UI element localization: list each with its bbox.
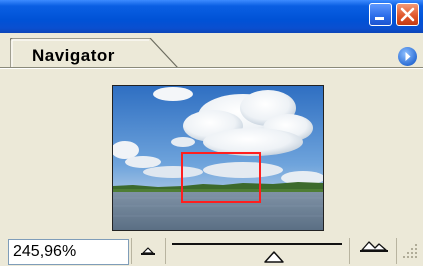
zoom-percentage-input[interactable]: 245,96% — [8, 239, 129, 265]
divider — [396, 238, 397, 264]
navigator-window: Navigator 245,96% — [0, 0, 423, 266]
minimize-button[interactable] — [369, 3, 392, 26]
close-icon — [400, 7, 415, 22]
zoom-bar: 245,96% — [0, 234, 423, 266]
preview-area — [0, 71, 423, 234]
zoom-out-mountain-icon — [141, 247, 155, 255]
zoom-out-button[interactable] — [135, 239, 161, 263]
minimize-icon — [375, 17, 384, 20]
resize-grip-icon — [403, 244, 417, 258]
zoom-in-button[interactable] — [356, 237, 392, 261]
panel-menu-button[interactable] — [398, 47, 417, 66]
image-thumbnail[interactable] — [112, 85, 324, 231]
zoom-slider-track — [172, 243, 342, 245]
panel-menu-icon — [405, 52, 411, 61]
divider — [131, 238, 132, 264]
divider — [165, 238, 166, 264]
zoom-slider[interactable] — [172, 239, 342, 265]
title-bar[interactable] — [0, 0, 423, 33]
resize-grip[interactable] — [401, 238, 421, 264]
view-proxy-box[interactable] — [181, 152, 261, 203]
tab-navigator[interactable]: Navigator — [32, 46, 115, 66]
zoom-slider-thumb[interactable] — [263, 250, 285, 264]
panel-tab-row: Navigator — [0, 33, 423, 71]
close-button[interactable] — [396, 3, 419, 26]
tab-baseline-highlight — [0, 68, 423, 69]
zoom-in-mountain-icon — [360, 241, 388, 252]
divider — [349, 238, 350, 264]
